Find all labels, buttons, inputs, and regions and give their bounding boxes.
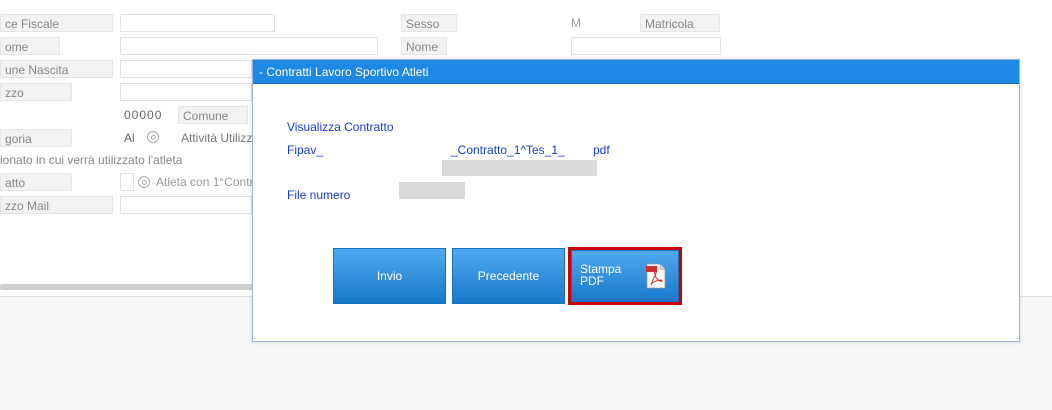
cognome-input[interactable] bbox=[120, 37, 378, 55]
indirizzo-input[interactable] bbox=[120, 83, 252, 101]
categoria-label: goria bbox=[0, 129, 72, 147]
invio-button-label: Invio bbox=[376, 269, 403, 283]
search-icon[interactable] bbox=[138, 176, 150, 188]
sesso-label: Sesso bbox=[401, 14, 457, 32]
codice-fiscale-label: ce Fiscale bbox=[0, 14, 113, 32]
nome-input[interactable] bbox=[571, 37, 721, 55]
section-text: ionato in cui verrà utilizzato l'atleta bbox=[0, 153, 183, 167]
stampa-line2: PDF bbox=[580, 274, 604, 288]
visualizza-contratto-label: Visualizza Contratto bbox=[287, 120, 394, 134]
cognome-label: ome bbox=[0, 37, 60, 55]
precedente-button-label: Precedente bbox=[477, 269, 540, 283]
precedente-button[interactable]: Precedente bbox=[452, 248, 565, 304]
contratto-label: atto bbox=[0, 173, 72, 191]
horizontal-scrollbar[interactable] bbox=[0, 284, 255, 290]
matricola-label: Matricola bbox=[640, 14, 720, 32]
empty-label bbox=[0, 106, 60, 124]
file-numero-label: File numero bbox=[287, 188, 351, 202]
search-icon[interactable] bbox=[147, 131, 159, 143]
comune-nascita-input[interactable] bbox=[120, 60, 252, 78]
indirizzo-label: zzo bbox=[0, 83, 72, 101]
stampa-pdf-highlight: Stampa PDF bbox=[568, 247, 682, 305]
cap-value: 00000 bbox=[124, 108, 163, 122]
modal-title: - Contratti Lavoro Sportivo Atleti bbox=[253, 60, 1019, 84]
redacted-bar bbox=[442, 160, 597, 176]
comune-label: Comune bbox=[178, 106, 248, 124]
file-numero-value bbox=[399, 182, 465, 199]
file-link-middle[interactable]: _Contratto_1^Tes_1_ bbox=[451, 142, 565, 158]
mail-input[interactable] bbox=[120, 196, 252, 214]
mail-label: zzo Mail bbox=[0, 196, 113, 214]
categoria-value: Al bbox=[124, 131, 135, 145]
codice-fiscale-input[interactable] bbox=[120, 14, 275, 32]
comune-nascita-label: une Nascita bbox=[0, 60, 113, 78]
sesso-value: M bbox=[571, 16, 581, 30]
atleta-label: Atleta con 1°Contr bbox=[156, 175, 252, 189]
contratti-modal: - Contratti Lavoro Sportivo Atleti Visua… bbox=[252, 59, 1020, 342]
pdf-icon bbox=[646, 263, 666, 289]
file-link-ext[interactable]: pdf bbox=[593, 142, 610, 158]
invio-button[interactable]: Invio bbox=[333, 248, 446, 304]
nome-label: Nome bbox=[401, 37, 447, 55]
stampa-pdf-label: Stampa PDF bbox=[580, 263, 621, 287]
contratto-input[interactable] bbox=[120, 173, 134, 191]
stampa-pdf-button[interactable]: Stampa PDF bbox=[571, 250, 679, 302]
redacted-name bbox=[333, 140, 451, 157]
file-link-prefix[interactable]: Fipav_ bbox=[287, 142, 323, 158]
attivita-label: Attività Utilizz bbox=[181, 131, 253, 145]
